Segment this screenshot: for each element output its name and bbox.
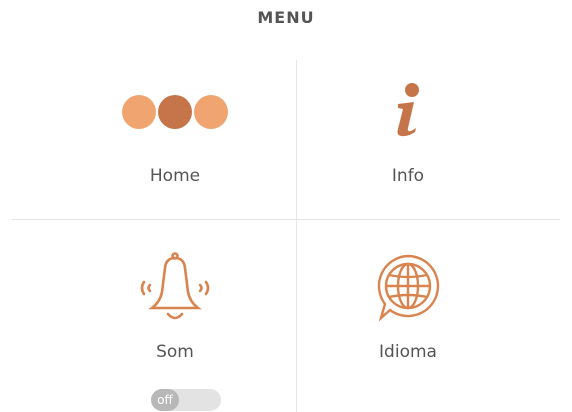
idioma-label: Idioma [379,342,437,362]
som-label: Som [156,342,194,362]
menu-title: MENU [257,8,315,27]
sound-toggle[interactable]: off [151,389,221,411]
info-label: Info [391,166,425,186]
sound-toggle-knob: off [151,389,179,411]
globe-icon [373,252,443,326]
bell-icon [130,252,220,326]
info-icon [388,82,428,138]
info-tile[interactable]: Info [298,83,518,186]
home-tile[interactable]: Home [60,92,290,186]
vertical-divider [296,60,297,412]
home-label: Home [149,166,201,186]
horizontal-divider [12,219,560,220]
dots-icon [115,92,235,132]
idioma-tile[interactable]: Idioma [298,252,518,362]
som-tile[interactable]: Som [60,252,290,362]
